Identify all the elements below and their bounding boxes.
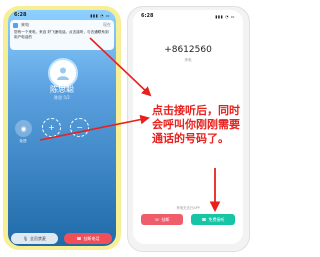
- user-icon: [57, 67, 69, 80]
- notification-time: 现在: [103, 22, 111, 27]
- accept-free-button[interactable]: ☎ 免费接听: [191, 214, 235, 225]
- status-time: 6:28: [141, 13, 154, 19]
- caller-subtitle: 陈思 5/2: [54, 95, 70, 100]
- accept-label: 免费接听: [208, 216, 225, 222]
- left-phone-screen: 6:28 ▮▮▮ ◔ ▭ 来电 现在 您有一个来电，来自 好飞速电话。点击接听，…: [8, 10, 116, 246]
- minus-icon: −: [76, 123, 83, 132]
- mute-all-label: 全员禁麦: [30, 235, 47, 241]
- app-icon: [13, 23, 18, 28]
- call-notification[interactable]: 来电 现在 您有一个来电，来自 好飞速电话。点击接听，与去通联系到用户电话的: [10, 20, 114, 50]
- notification-app-name: 来电: [21, 22, 29, 27]
- status-icons: ▮▮▮ ◔ ▭: [215, 14, 235, 19]
- reject-button[interactable]: ☏ 挂断: [141, 214, 183, 225]
- phone-reject-icon: ☏: [154, 217, 160, 222]
- microphone-icon: 🎙: [22, 236, 29, 241]
- annotation-text: 点击接听后，同时会呼叫你刚刚需要通话的号码了。: [152, 104, 240, 145]
- mute-all-button[interactable]: 🎙 全员禁麦: [11, 233, 58, 244]
- plus-icon: +: [48, 123, 55, 132]
- caller-name: 陈思聪: [50, 85, 74, 94]
- incoming-phone-number: +8612560: [164, 45, 212, 55]
- add-call-button[interactable]: +: [42, 118, 61, 137]
- footer-text: 来电无法已APP: [176, 206, 200, 210]
- speaker-button[interactable]: ◉: [15, 120, 32, 137]
- phone-hangup-icon: ☎: [76, 236, 82, 241]
- reject-label: 挂断: [161, 216, 170, 222]
- speaker-label: 免提: [19, 139, 27, 143]
- status-icons: ▮▮▮ ◔ ▭: [90, 13, 110, 18]
- minimize-button[interactable]: −: [70, 118, 89, 137]
- speaker-icon: ◉: [20, 124, 27, 133]
- notification-text: 您有一个来电，来自 好飞速电话。点击接听，与去通联系到用户电话的: [14, 30, 109, 39]
- phone-accept-icon: ☎: [201, 217, 207, 222]
- hangup-button[interactable]: ☎ 挂断电话: [64, 233, 112, 244]
- status-time: 6:28: [14, 12, 27, 18]
- hangup-label: 挂断电话: [83, 235, 100, 241]
- incoming-call-subtitle: 来电: [184, 58, 192, 62]
